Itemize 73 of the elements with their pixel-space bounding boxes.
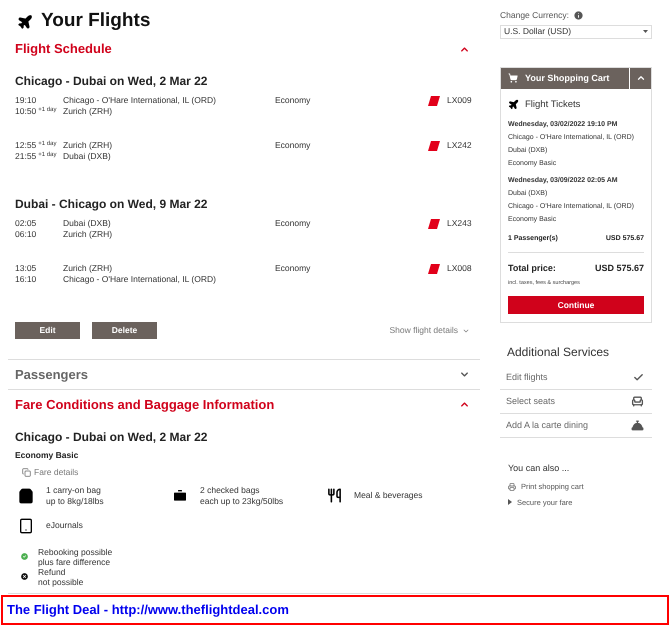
departure-time: 19:10: [15, 95, 38, 106]
flight-number: LX243: [447, 218, 473, 230]
section-title[interactable]: Flight Schedule: [15, 39, 112, 59]
amenity-text: 2 checked bags: [200, 484, 261, 496]
total-label: Total price:: [508, 262, 556, 275]
arrival-time: 21:55 $^{+1 day}$: [15, 151, 58, 162]
journey-heading: Chicago - Dubai on Wed, 2 Mar 22: [15, 429, 208, 446]
fork-knife-icon: [326, 488, 342, 503]
service-item[interactable]: Select seats: [500, 390, 652, 414]
cabin-class: Economy: [275, 263, 312, 275]
amenity-text: up to 8kg/18lbs: [46, 496, 104, 506]
flight-number: LX008: [447, 263, 473, 275]
check-icon: [633, 372, 644, 383]
more-title: You can also ...: [507, 462, 570, 475]
arrival-airport: Zurich (ZRH): [63, 229, 114, 240]
cart-icon: [508, 73, 518, 84]
condition-text: plus fare difference: [38, 556, 110, 566]
cabin-class: Economy: [275, 140, 312, 152]
departure-time: 13:05: [15, 263, 38, 274]
arrival-time: 16:10: [15, 274, 38, 285]
arrival-airport: Dubai (DXB): [63, 151, 112, 162]
fare-name: Economy Basic: [15, 449, 80, 462]
dropdown-arrow-icon: [643, 30, 648, 34]
fare-details-link[interactable]: Fare details: [34, 466, 78, 478]
printer-icon: [508, 483, 516, 491]
suitcase-icon: [172, 488, 188, 504]
info-icon[interactable]: [572, 10, 584, 21]
amenity-text: Meal & beverages: [354, 490, 423, 501]
tablet-icon: [18, 516, 34, 534]
page-title: Your Flights: [41, 9, 150, 34]
amenity-text: 1 carry-on bag: [46, 484, 102, 496]
cart-title: Your Shopping Cart: [525, 72, 610, 85]
flight-number: LX242: [447, 140, 473, 152]
departure-time: 02:05: [15, 218, 38, 229]
cart-section-title: Flight Tickets: [525, 98, 580, 112]
cloche-icon: [631, 418, 644, 432]
service-item[interactable]: Add A la carte dining: [500, 414, 652, 438]
condition-text: not possible: [38, 576, 84, 586]
arrival-airport: Chicago - O'Hare International, IL (ORD): [63, 274, 217, 285]
seat-icon: [631, 394, 644, 408]
fare-details-icon: [22, 468, 31, 477]
amenity-text: eJournals: [46, 520, 83, 531]
service-item[interactable]: Edit flights: [500, 366, 652, 390]
site-credit: The Flight Deal - http://www.theflightdeal.com: [7, 601, 289, 620]
flight-number: LX009: [447, 95, 473, 107]
currency-label: Change Currency:: [500, 9, 569, 22]
action-button[interactable]: Edit: [15, 322, 80, 339]
services-title: Additional Services: [506, 344, 610, 361]
action-button[interactable]: Delete: [92, 322, 157, 339]
journey-heading: Dubai - Chicago on Wed, 9 Mar 22: [15, 196, 208, 213]
amenity-text: each up to 23kg/50lbs: [200, 496, 284, 506]
section-title[interactable]: Passengers: [15, 364, 88, 384]
plane-icon: [508, 99, 519, 110]
continue-button[interactable]: Continue: [508, 296, 644, 314]
departure-airport: Zurich (ZRH): [63, 140, 114, 151]
condition-text: Rebooking possible: [38, 546, 112, 556]
departure-airport: Dubai (DXB): [63, 218, 112, 229]
caret-right-icon: [508, 499, 512, 506]
condition-text: Refund: [38, 566, 66, 576]
departure-airport: Zurich (ZRH): [63, 263, 114, 274]
section-title[interactable]: Fare Conditions and Baggage Information: [15, 394, 274, 414]
departure-time: 12:55 $^{+1 day}$: [15, 140, 58, 151]
cabin-class: Economy: [275, 95, 312, 107]
details-link[interactable]: Show flight details: [389, 324, 470, 337]
total-price: USD 575.67: [594, 262, 644, 274]
arrival-time: 10:50 $^{+1 day}$: [15, 106, 58, 117]
cabin-class: Economy: [275, 218, 312, 230]
journey-heading: Chicago - Dubai on Wed, 2 Mar 22: [15, 73, 208, 90]
arrival-airport: Zurich (ZRH): [63, 106, 114, 117]
plane-icon: [17, 14, 33, 30]
arrival-time: 06:10: [15, 229, 38, 240]
departure-airport: Chicago - O'Hare International, IL (ORD): [63, 95, 217, 106]
currency-select[interactable]: U.S. Dollar (USD): [500, 24, 652, 39]
